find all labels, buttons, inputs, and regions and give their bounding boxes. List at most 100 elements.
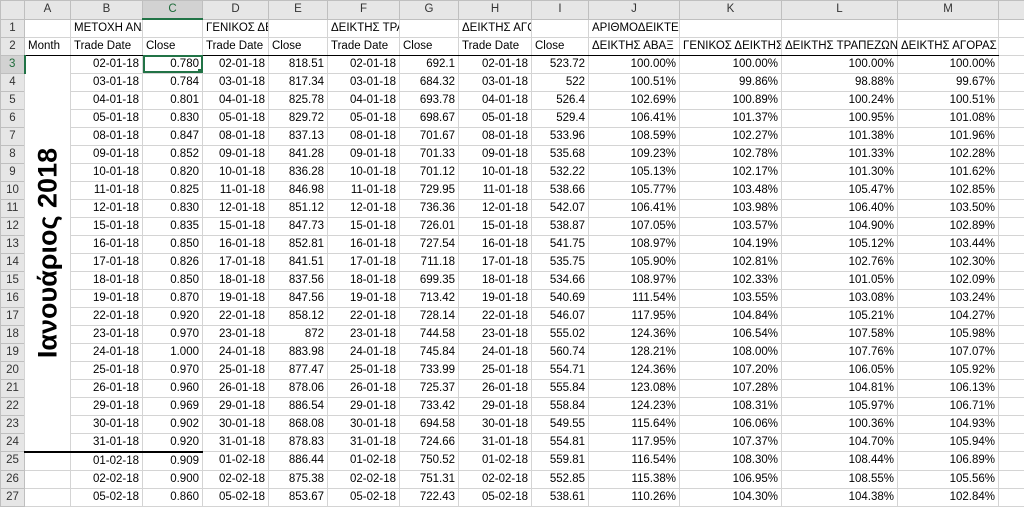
cell-trade-date-bank[interactable]: 30-01-18 [327, 414, 400, 434]
cell-index-general[interactable]: 102.17% [679, 162, 782, 182]
cell-index-avax[interactable]: 102.69% [588, 90, 680, 110]
cell[interactable] [998, 144, 1024, 164]
cell-trade-date-market[interactable]: 05-02-18 [458, 487, 532, 507]
cell-trade-date-avax[interactable]: 02-01-18 [70, 54, 143, 74]
cell[interactable] [142, 18, 203, 38]
cell-index-market[interactable]: 102.85% [897, 180, 999, 200]
cell-index-bank[interactable]: 101.38% [781, 126, 898, 146]
cell-index-general[interactable]: 106.54% [679, 324, 782, 344]
cell-index-bank[interactable]: 104.81% [781, 378, 898, 398]
cell-trade-date-market[interactable]: 15-01-18 [458, 216, 532, 236]
cell-index-bank[interactable]: 104.90% [781, 216, 898, 236]
cell-index-avax[interactable]: 123.08% [588, 378, 680, 398]
header-close[interactable]: Close [399, 36, 459, 56]
column-header-m[interactable]: M [897, 0, 999, 20]
cell-close-avax[interactable]: 0.850 [142, 270, 203, 290]
cell-trade-date-market[interactable]: 30-01-18 [458, 414, 532, 434]
cell-close-market[interactable]: 558.84 [531, 396, 589, 416]
cell-close-avax[interactable]: 0.900 [142, 469, 203, 489]
cell-close-avax[interactable]: 0.860 [142, 487, 203, 507]
cell-index-bank[interactable]: 106.05% [781, 360, 898, 380]
cell-index-market[interactable]: 105.98% [897, 324, 999, 344]
row-header[interactable]: 23 [0, 414, 25, 434]
cell[interactable] [998, 432, 1024, 452]
cell-close-avax[interactable]: 0.970 [142, 324, 203, 344]
cell-close-general[interactable]: 853.67 [268, 487, 328, 507]
cell-trade-date-bank[interactable]: 05-02-18 [327, 487, 400, 507]
cell-close-avax[interactable]: 0.969 [142, 396, 203, 416]
cell-close-general[interactable]: 868.08 [268, 414, 328, 434]
cell-index-avax[interactable]: 124.36% [588, 324, 680, 344]
cell-index-market[interactable]: 104.93% [897, 414, 999, 434]
cell-close-market[interactable]: 522 [531, 72, 589, 92]
cell-close-avax[interactable]: 0.830 [142, 198, 203, 218]
cell-close-bank[interactable]: 745.84 [399, 342, 459, 362]
cell-close-general[interactable]: 825.78 [268, 90, 328, 110]
cell-index-bank[interactable]: 108.44% [781, 451, 898, 471]
cell-trade-date-market[interactable]: 12-01-18 [458, 198, 532, 218]
header-avax-index[interactable]: ΔΕΙΚΤΗΣ ΑΒΑΞ [588, 36, 680, 56]
cell-index-bank[interactable]: 105.47% [781, 180, 898, 200]
cell-trade-date-general[interactable]: 29-01-18 [202, 396, 269, 416]
cell[interactable] [679, 18, 782, 38]
cell-index-general[interactable]: 103.98% [679, 198, 782, 218]
cell-trade-date-market[interactable]: 26-01-18 [458, 378, 532, 398]
cell-close-general[interactable]: 858.12 [268, 306, 328, 326]
cell-close-general[interactable]: 836.28 [268, 162, 328, 182]
cell-trade-date-market[interactable]: 19-01-18 [458, 288, 532, 308]
row-header[interactable]: 9 [0, 162, 25, 182]
cell-index-general[interactable]: 108.30% [679, 451, 782, 471]
cell-close-bank[interactable]: 726.01 [399, 216, 459, 236]
cell-index-general[interactable]: 102.33% [679, 270, 782, 290]
cell-trade-date-bank[interactable]: 09-01-18 [327, 144, 400, 164]
cell-close-market[interactable]: 549.55 [531, 414, 589, 434]
cell-index-bank[interactable]: 100.24% [781, 90, 898, 110]
cell-index-general[interactable]: 102.27% [679, 126, 782, 146]
cell[interactable] [897, 18, 999, 38]
cell[interactable] [998, 451, 1024, 471]
cell-index-avax[interactable]: 105.77% [588, 180, 680, 200]
cell-index-avax[interactable]: 117.95% [588, 306, 680, 326]
cell-index-bank[interactable]: 100.95% [781, 108, 898, 128]
cell-trade-date-bank[interactable]: 04-01-18 [327, 90, 400, 110]
row-header[interactable]: 16 [0, 288, 25, 308]
cell-trade-date-bank[interactable]: 16-01-18 [327, 234, 400, 254]
cell-close-general[interactable]: 878.83 [268, 432, 328, 452]
cell-index-general[interactable]: 106.06% [679, 414, 782, 434]
cell[interactable] [998, 90, 1024, 110]
cell-close-avax[interactable]: 0.960 [142, 378, 203, 398]
cell-index-avax[interactable]: 107.05% [588, 216, 680, 236]
cell-index-market[interactable]: 101.08% [897, 108, 999, 128]
row-header[interactable]: 25 [0, 451, 25, 471]
cell-close-bank[interactable]: 722.43 [399, 487, 459, 507]
cell-index-general[interactable]: 104.84% [679, 306, 782, 326]
cell-trade-date-market[interactable]: 09-01-18 [458, 144, 532, 164]
cell-trade-date-bank[interactable]: 12-01-18 [327, 198, 400, 218]
row-header[interactable]: 11 [0, 198, 25, 218]
cell-close-avax[interactable]: 0.820 [142, 162, 203, 182]
cell-close-market[interactable]: 526.4 [531, 90, 589, 110]
cell-index-avax[interactable]: 106.41% [588, 198, 680, 218]
row-header[interactable]: 27 [0, 487, 25, 507]
cell-close-avax[interactable]: 0.780 [142, 54, 203, 74]
cell-close-market[interactable]: 540.69 [531, 288, 589, 308]
select-all-corner[interactable] [0, 0, 25, 20]
cell-close-avax[interactable]: 0.920 [142, 432, 203, 453]
cell[interactable] [998, 126, 1024, 146]
cell-index-bank[interactable]: 100.00% [781, 54, 898, 74]
cell-index-bank[interactable]: 101.05% [781, 270, 898, 290]
cell-index-avax[interactable]: 115.64% [588, 414, 680, 434]
row-header[interactable]: 1 [0, 18, 25, 38]
cell-close-bank[interactable]: 729.95 [399, 180, 459, 200]
cell-trade-date-bank[interactable]: 26-01-18 [327, 378, 400, 398]
cell-trade-date-avax[interactable]: 12-01-18 [70, 198, 143, 218]
cell-trade-date-avax[interactable]: 18-01-18 [70, 270, 143, 290]
cell-trade-date-general[interactable]: 24-01-18 [202, 342, 269, 362]
cell-trade-date-bank[interactable]: 08-01-18 [327, 126, 400, 146]
cell-trade-date-general[interactable]: 31-01-18 [202, 432, 269, 452]
cell-close-market[interactable]: 534.66 [531, 270, 589, 290]
cell-index-general[interactable]: 108.00% [679, 342, 782, 362]
cell-trade-date-avax[interactable]: 17-01-18 [70, 252, 143, 272]
cell-trade-date-avax[interactable]: 16-01-18 [70, 234, 143, 254]
row-header[interactable]: 22 [0, 396, 25, 416]
